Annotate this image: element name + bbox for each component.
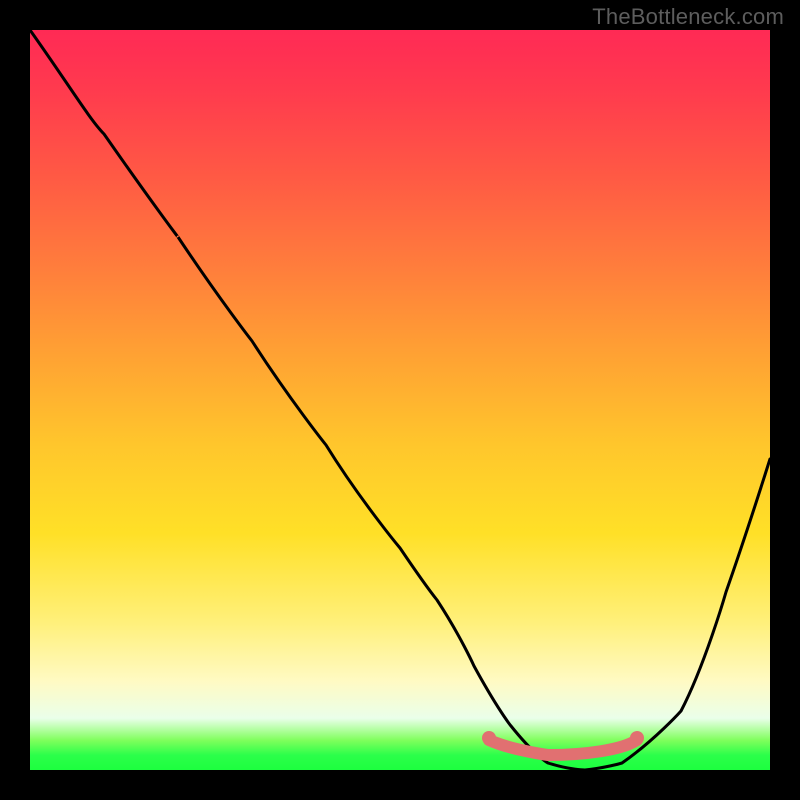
curve-layer xyxy=(30,30,770,770)
bottleneck-curve xyxy=(30,30,770,770)
low-bottleneck-marker xyxy=(489,740,637,755)
marker-dot-left-icon xyxy=(482,731,496,745)
watermark-text: TheBottleneck.com xyxy=(592,4,784,30)
marker-dot-right-icon xyxy=(630,731,644,745)
chart-frame: TheBottleneck.com xyxy=(0,0,800,800)
plot-area xyxy=(30,30,770,770)
